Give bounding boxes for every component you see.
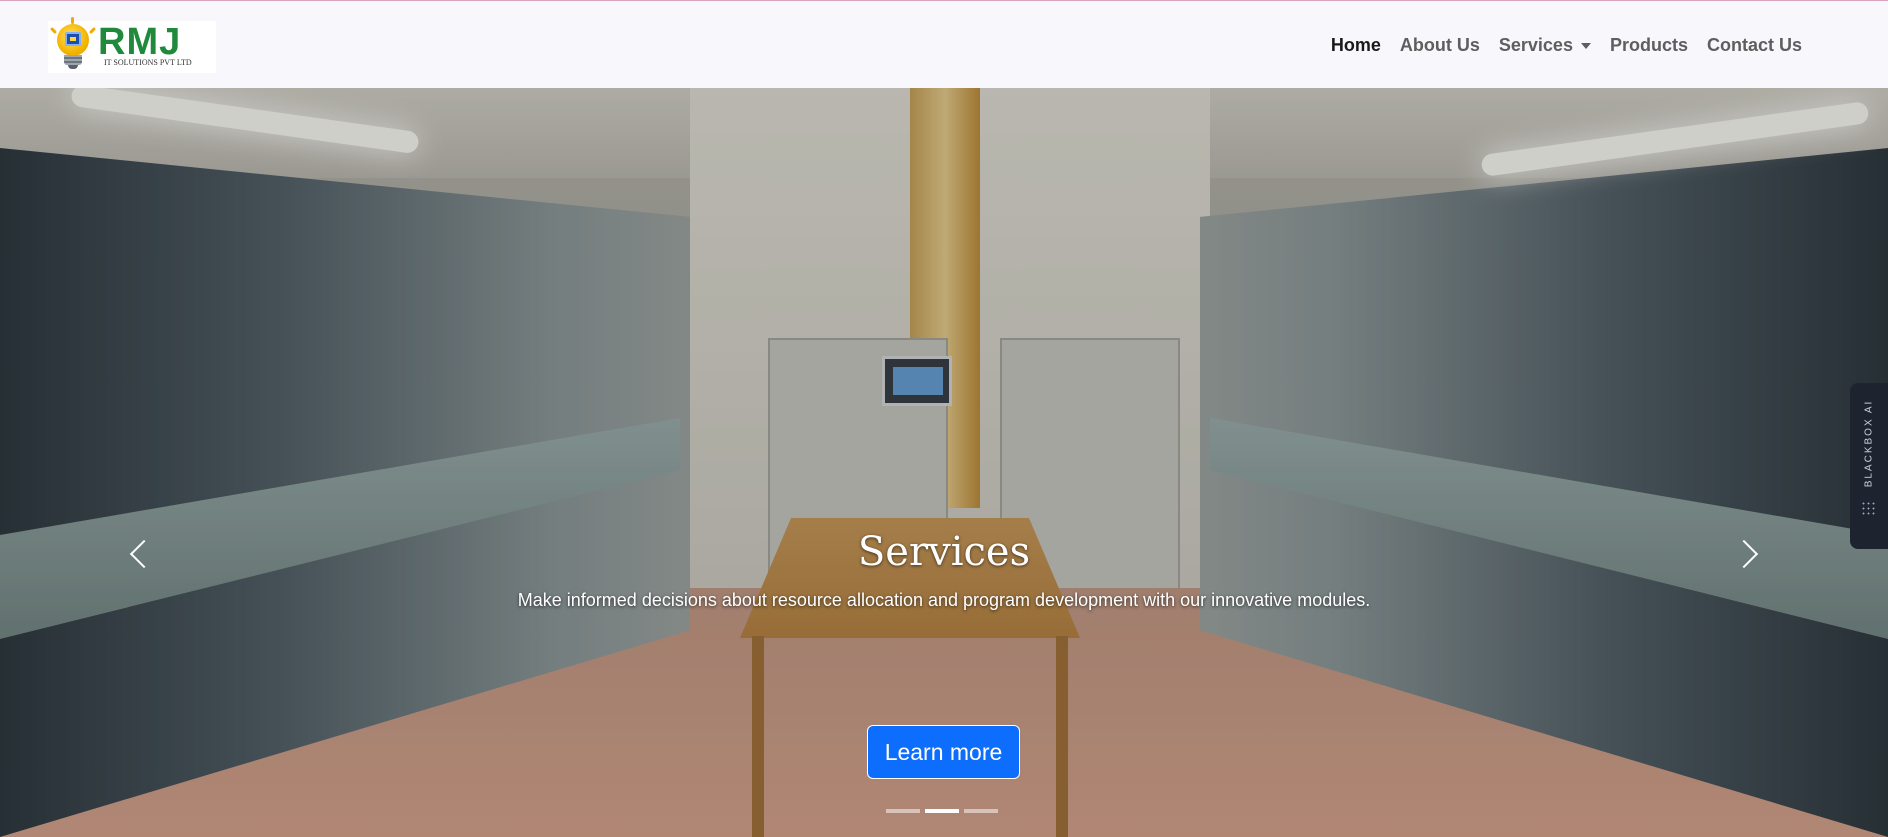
blackbox-ai-label: BLACKBOX AI [1863, 399, 1875, 487]
slide-title: Services [857, 529, 1031, 575]
learn-more-button[interactable]: Learn more [867, 725, 1020, 779]
nav-services-label: Services [1498, 35, 1573, 55]
carousel-indicator-2[interactable] [925, 809, 959, 813]
caret-down-icon [1580, 43, 1591, 50]
main-nav: Home About Us Services Products Contact … [1312, 31, 1802, 59]
blackbox-ai-tab[interactable]: BLACKBOX AI [1850, 383, 1888, 549]
brand-logo[interactable]: RMJ IT SOLUTIONS PVT LTD [48, 17, 216, 73]
blackbox-logo-icon [1861, 501, 1877, 517]
carousel-caption: Services Make informed decisions about r… [0, 528, 1888, 611]
carousel-indicators [886, 809, 1003, 813]
brand-name: RMJ [98, 21, 182, 63]
carousel-indicator-3[interactable] [964, 809, 998, 813]
nav-products[interactable]: Products [1610, 31, 1688, 59]
nav-about[interactable]: About Us [1400, 31, 1480, 59]
lightbulb-icon [48, 17, 98, 73]
nav-home[interactable]: Home [1331, 31, 1381, 59]
nav-services-dropdown[interactable]: Services [1499, 31, 1591, 59]
navbar: RMJ IT SOLUTIONS PVT LTD Home About Us S… [0, 0, 1888, 88]
brand-tagline: IT SOLUTIONS PVT LTD [104, 58, 192, 67]
slide-description: Make informed decisions about resource a… [517, 590, 1371, 610]
carousel-indicator-1[interactable] [886, 809, 920, 813]
nav-contact[interactable]: Contact Us [1707, 31, 1802, 59]
